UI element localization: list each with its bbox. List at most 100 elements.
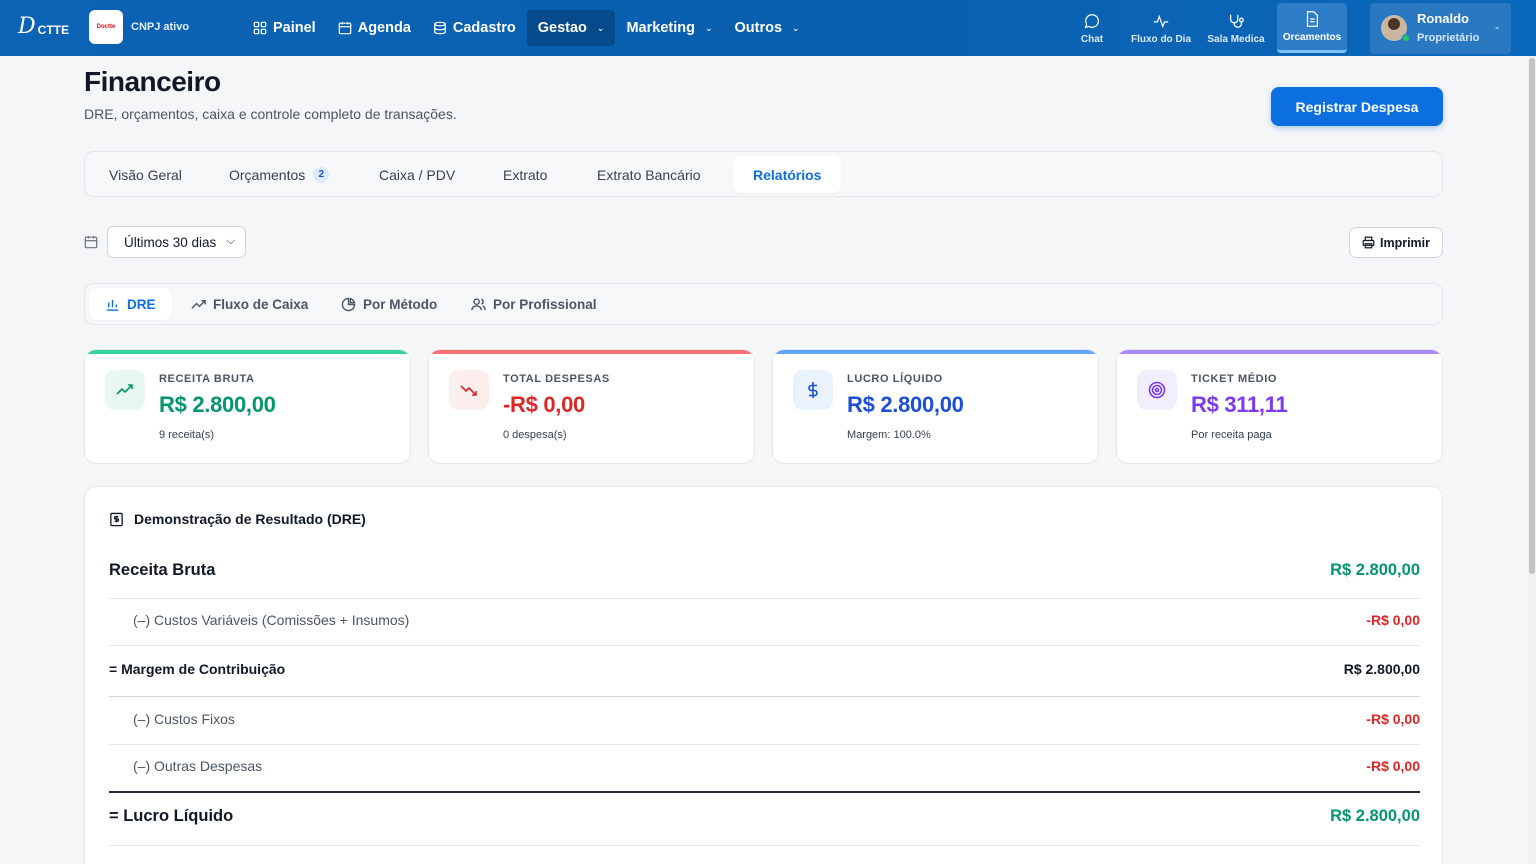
nav-label: Painel xyxy=(273,20,316,36)
nav-painel[interactable]: Painel xyxy=(242,10,327,46)
user-name: Ronaldo xyxy=(1417,11,1469,26)
card-value: R$ 2.800,00 xyxy=(847,392,964,417)
dre-panel: Demonstração de Resultado (DRE) Receita … xyxy=(84,486,1443,864)
subtab-label: Fluxo de Caixa xyxy=(213,296,309,312)
receipt-icon xyxy=(110,512,123,526)
page-title: Financeiro xyxy=(84,66,221,97)
subtab-label: DRE xyxy=(127,296,156,312)
activity-icon xyxy=(1153,14,1169,28)
calendar-icon xyxy=(338,21,352,35)
subtab-por-profissional[interactable]: Por Profissional xyxy=(455,288,613,320)
page-subtitle: DRE, orçamentos, caixa e controle comple… xyxy=(84,106,457,122)
subtab-fluxo-de-caixa[interactable]: Fluxo de Caixa xyxy=(175,288,324,320)
card-accent-bar xyxy=(429,350,754,354)
dre-row-label: = Lucro Líquido xyxy=(109,807,234,825)
quick-sala-medica[interactable]: Sala Medica xyxy=(1201,3,1271,53)
divider xyxy=(109,845,1420,846)
trending-up-icon xyxy=(116,384,133,395)
tab-extrato-bancario[interactable]: Extrato Bancário xyxy=(577,156,721,193)
stethoscope-icon xyxy=(1229,14,1244,28)
divider xyxy=(109,791,1420,793)
card-value: R$ 2.800,00 xyxy=(159,392,276,417)
tab-visao-geral[interactable]: Visão Geral xyxy=(89,156,202,193)
card-accent-bar xyxy=(1117,350,1442,354)
nav-label: Marketing xyxy=(626,20,695,36)
chevron-down-icon: ⌄ xyxy=(1493,21,1501,31)
chevron-down-icon: ⌄ xyxy=(596,22,605,33)
clinic-logo-text: Doctte xyxy=(96,24,116,30)
user-role: Proprietário xyxy=(1417,32,1480,44)
brand-logo[interactable]: D CTTE xyxy=(18,14,69,39)
print-button[interactable]: Imprimir xyxy=(1349,227,1443,258)
subtab-dre[interactable]: DRE xyxy=(89,288,172,320)
scrollbar-thumb[interactable] xyxy=(1529,58,1535,574)
dre-row-value: -R$ 0,00 xyxy=(1366,711,1420,727)
printer-icon xyxy=(1362,236,1375,249)
financial-tabs: Visão Geral Orçamentos 2 Caixa / PDV Extr… xyxy=(84,151,1443,197)
dre-row-lucro-liquido: = Lucro Líquido R$ 2.800,00 xyxy=(109,807,1420,826)
online-indicator xyxy=(1402,34,1410,42)
nav-gestao[interactable]: Gestao ⌄ xyxy=(526,10,616,46)
brand-letter: D xyxy=(18,14,36,39)
dre-row-label: (–) Outras Despesas xyxy=(133,758,263,774)
nav-cadastro[interactable]: Cadastro xyxy=(422,10,527,46)
dre-row-value: R$ 2.800,00 xyxy=(1330,807,1420,825)
cnpj-status: CNPJ ativo xyxy=(131,21,190,33)
card-note: 0 despesa(s) xyxy=(503,429,567,441)
nav-marketing[interactable]: Marketing ⌄ xyxy=(615,10,723,46)
divider xyxy=(109,744,1420,745)
user-menu[interactable]: Ronaldo Proprietário ⌄ xyxy=(1370,3,1511,54)
tab-caixa-pdv[interactable]: Caixa / PDV xyxy=(359,156,475,193)
card-label: LUCRO LÍQUIDO xyxy=(847,373,943,385)
clinic-logo[interactable]: Doctte xyxy=(89,10,123,44)
tab-label: Extrato Bancário xyxy=(597,166,701,183)
nav-label: Agenda xyxy=(357,20,411,36)
dre-title: Demonstração de Resultado (DRE) xyxy=(134,511,366,527)
dre-row-value: R$ 2.800,00 xyxy=(1330,561,1420,579)
kpi-card-ticket-medio: TICKET MÉDIO R$ 311,11 Por receita paga xyxy=(1116,349,1443,464)
card-label: TOTAL DESPESAS xyxy=(503,373,610,385)
card-icon-box xyxy=(793,370,833,410)
chat-icon xyxy=(1084,13,1100,28)
chevron-down-icon: ⌵ xyxy=(226,235,235,247)
tab-label: Caixa / PDV xyxy=(379,166,456,183)
quick-fluxo-do-dia[interactable]: Fluxo do Dia xyxy=(1126,3,1196,53)
tab-label: Visão Geral xyxy=(109,166,182,183)
dre-row-value: -R$ 0,00 xyxy=(1366,612,1420,628)
card-note: 9 receita(s) xyxy=(159,429,215,441)
card-note: Por receita paga xyxy=(1191,429,1272,441)
tab-label: Extrato xyxy=(503,166,548,183)
nav-outros[interactable]: Outros ⌄ xyxy=(724,10,811,46)
dre-row-label: (–) Custos Fixos xyxy=(133,711,235,727)
period-select[interactable]: Últimos 30 dias ⌵ xyxy=(107,226,246,258)
card-label: RECEITA BRUTA xyxy=(159,373,255,385)
bar-chart-icon xyxy=(106,299,119,311)
card-icon-box xyxy=(449,370,489,410)
subtab-label: Por Método xyxy=(363,296,438,312)
quick-orcamentos[interactable]: Orcamentos xyxy=(1277,3,1347,53)
nav-label: Gestao xyxy=(537,20,587,36)
subtab-por-metodo[interactable]: Por Método xyxy=(325,288,453,320)
trending-down-icon xyxy=(460,385,477,396)
quick-chat[interactable]: Chat xyxy=(1057,3,1127,53)
card-icon-box xyxy=(1137,370,1177,410)
tab-label: Orçamentos xyxy=(229,166,306,183)
brand-suffix: CTTE xyxy=(37,22,69,37)
tab-orcamentos[interactable]: Orçamentos 2 xyxy=(209,156,349,193)
dre-row-label: Receita Bruta xyxy=(109,561,216,579)
quick-label: Fluxo do Dia xyxy=(1131,33,1191,45)
tab-relatorios[interactable]: Relatórios xyxy=(733,156,842,193)
quick-label: Chat xyxy=(1080,33,1104,45)
dollar-icon xyxy=(808,382,818,398)
dre-row-value: -R$ 0,00 xyxy=(1366,758,1420,774)
dre-row-custos-fixos: (–) Custos Fixos -R$ 0,00 xyxy=(109,711,1420,727)
dre-row-margem-contribuicao: = Margem de Contribuição R$ 2.800,00 xyxy=(109,661,1420,677)
dre-row-label: (–) Custos Variáveis (Comissões + Insumo… xyxy=(133,612,410,628)
nav-agenda[interactable]: Agenda xyxy=(327,10,422,46)
dre-row-receita-bruta: Receita Bruta R$ 2.800,00 xyxy=(109,561,1420,580)
tab-extrato[interactable]: Extrato xyxy=(483,156,567,193)
card-accent-bar xyxy=(773,350,1098,354)
count-badge: 2 xyxy=(313,166,330,183)
register-expense-button[interactable]: Registrar Despesa xyxy=(1271,87,1443,126)
grid-icon xyxy=(253,21,267,35)
